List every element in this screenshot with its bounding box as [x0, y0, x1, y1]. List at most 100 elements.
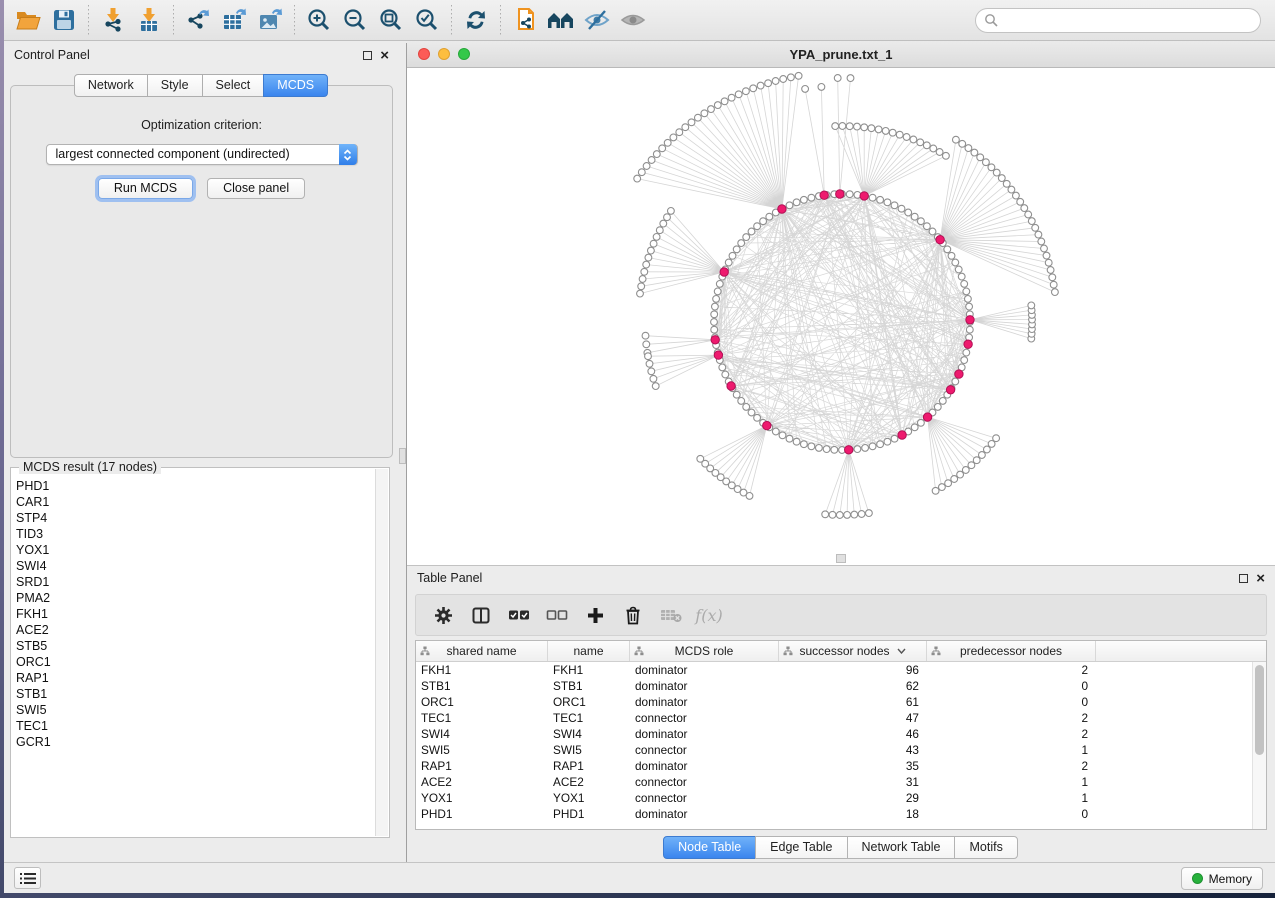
network-node[interactable] [877, 196, 884, 203]
network-node[interactable] [911, 424, 918, 431]
network-node[interactable] [760, 218, 767, 225]
tab-network-table[interactable]: Network Table [847, 836, 956, 859]
network-node[interactable] [951, 476, 958, 483]
table-row[interactable]: SWI4SWI4dominator462 [416, 726, 1252, 742]
refresh-button[interactable] [458, 3, 494, 37]
mcds-hub-node[interactable] [820, 191, 828, 199]
network-node[interactable] [801, 441, 808, 448]
network-node[interactable] [634, 175, 641, 182]
network-node[interactable] [638, 283, 645, 290]
network-node[interactable] [650, 240, 657, 247]
network-node[interactable] [738, 398, 745, 405]
network-node[interactable] [891, 435, 898, 442]
network-node[interactable] [973, 457, 980, 464]
mcds-result-item[interactable]: FKH1 [12, 606, 375, 622]
network-node[interactable] [746, 493, 753, 500]
network-node[interactable] [868, 125, 875, 132]
network-node[interactable] [910, 136, 917, 143]
network-node[interactable] [998, 175, 1005, 182]
mcds-hub-node[interactable] [845, 446, 853, 454]
splitter-grip[interactable] [399, 448, 406, 464]
column-header-shared-name[interactable]: shared name [416, 641, 548, 661]
network-node[interactable] [743, 404, 750, 411]
mcds-result-item[interactable]: PMA2 [12, 590, 375, 606]
network-node[interactable] [836, 512, 843, 519]
mcds-result-item[interactable]: ACE2 [12, 622, 375, 638]
network-node[interactable] [646, 360, 653, 367]
network-node[interactable] [714, 102, 721, 109]
network-node[interactable] [648, 247, 655, 254]
table-row[interactable]: STB1STB1dominator620 [416, 678, 1252, 694]
network-node[interactable] [643, 261, 650, 268]
show-columns-button[interactable] [468, 602, 494, 628]
network-node[interactable] [664, 139, 671, 146]
zoom-in-button[interactable] [301, 3, 337, 37]
add-column-button[interactable] [582, 602, 608, 628]
network-node[interactable] [877, 441, 884, 448]
network-node[interactable] [965, 296, 972, 303]
network-node[interactable] [779, 432, 786, 439]
table-row[interactable]: FKH1FKH1dominator962 [416, 662, 1252, 678]
network-node[interactable] [1043, 252, 1050, 259]
network-node[interactable] [846, 191, 853, 198]
mcds-hub-node[interactable] [936, 236, 944, 244]
network-node[interactable] [961, 281, 968, 288]
network-node[interactable] [1045, 259, 1052, 266]
network-node[interactable] [713, 296, 720, 303]
network-node[interactable] [831, 446, 838, 453]
network-node[interactable] [818, 84, 825, 91]
network-node[interactable] [748, 228, 755, 235]
network-node[interactable] [642, 332, 649, 339]
network-node[interactable] [834, 75, 841, 82]
network-node[interactable] [854, 446, 861, 453]
table-row[interactable]: PHD1PHD1dominator180 [416, 806, 1252, 822]
network-node[interactable] [966, 326, 973, 333]
table-row[interactable]: TEC1TEC1connector472 [416, 710, 1252, 726]
network-node[interactable] [896, 131, 903, 138]
network-node[interactable] [958, 273, 965, 280]
network-node[interactable] [851, 511, 858, 518]
network-canvas[interactable] [407, 68, 1275, 565]
network-node[interactable] [793, 438, 800, 445]
network-node[interactable] [963, 349, 970, 356]
window-maximize-button[interactable] [458, 48, 470, 60]
mcds-result-item[interactable]: SRD1 [12, 574, 375, 590]
mcds-hub-node[interactable] [964, 340, 972, 348]
search-input[interactable] [1003, 10, 1260, 30]
network-node[interactable] [719, 364, 726, 371]
network-node[interactable] [802, 86, 809, 93]
network-node[interactable] [668, 208, 675, 215]
network-node[interactable] [701, 110, 708, 117]
tab-edge-table[interactable]: Edge Table [755, 836, 847, 859]
network-node[interactable] [660, 220, 667, 227]
table-row[interactable]: ACE2ACE2connector311 [416, 774, 1252, 790]
network-node[interactable] [965, 145, 972, 152]
network-node[interactable] [936, 149, 943, 156]
mcds-result-item[interactable]: SWI5 [12, 702, 375, 718]
network-node[interactable] [884, 199, 891, 206]
network-node[interactable] [637, 290, 644, 297]
mcds-hub-node[interactable] [778, 205, 786, 213]
network-node[interactable] [1047, 267, 1054, 274]
network-node[interactable] [682, 124, 689, 131]
network-node[interactable] [708, 106, 715, 113]
table-scrollbar[interactable] [1252, 662, 1266, 829]
network-node[interactable] [786, 435, 793, 442]
network-node[interactable] [955, 266, 962, 273]
network-node[interactable] [977, 154, 984, 161]
network-node[interactable] [944, 246, 951, 253]
import-network-button[interactable] [95, 3, 131, 37]
network-node[interactable] [984, 446, 991, 453]
network-node[interactable] [957, 471, 964, 478]
zoom-out-button[interactable] [337, 3, 373, 37]
network-node[interactable] [844, 512, 851, 519]
table-scrollbar-thumb[interactable] [1255, 665, 1264, 755]
network-node[interactable] [934, 404, 941, 411]
mcds-result-item[interactable]: STP4 [12, 510, 375, 526]
network-node[interactable] [929, 228, 936, 235]
window-minimize-button[interactable] [438, 48, 450, 60]
network-node[interactable] [847, 75, 854, 82]
network-node[interactable] [924, 223, 931, 230]
network-node[interactable] [808, 443, 815, 450]
network-node[interactable] [971, 149, 978, 156]
